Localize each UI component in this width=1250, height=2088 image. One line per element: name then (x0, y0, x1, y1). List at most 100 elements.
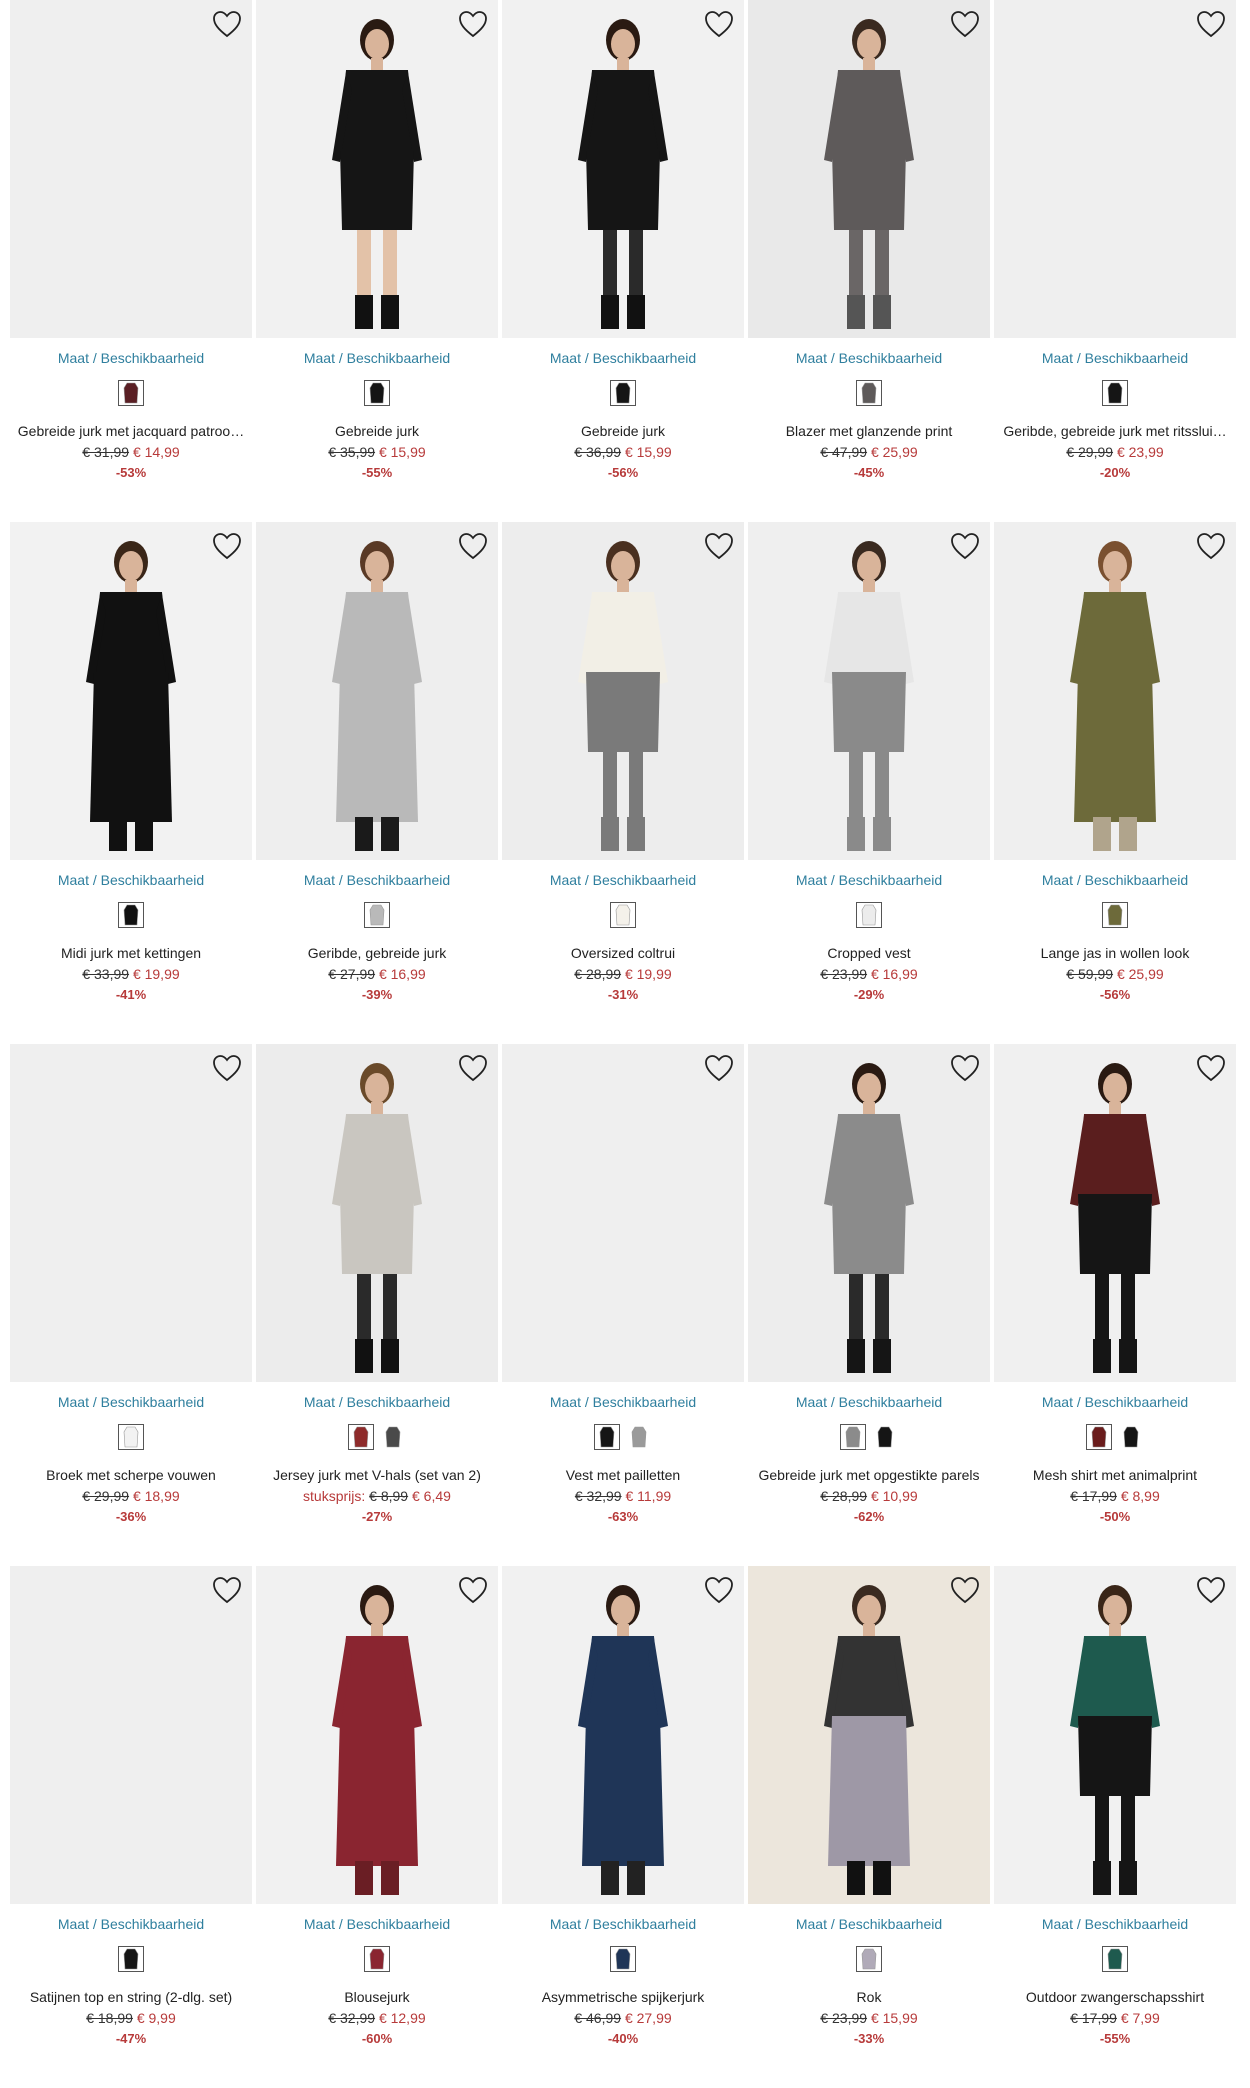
color-swatch[interactable] (856, 1946, 882, 1972)
size-availability-link[interactable]: Maat / Beschikbaarheid (10, 350, 252, 366)
color-swatch[interactable] (856, 380, 882, 406)
size-availability-link[interactable]: Maat / Beschikbaarheid (10, 1916, 252, 1932)
product-card[interactable]: Maat / Beschikbaarheid Lange jas in wolle… (994, 522, 1240, 1044)
product-title[interactable]: Jersey jurk met V-hals (set van 2) (256, 1467, 498, 1483)
wishlist-heart-icon[interactable] (704, 10, 734, 38)
size-availability-link[interactable]: Maat / Beschikbaarheid (994, 350, 1236, 366)
wishlist-heart-icon[interactable] (1196, 1054, 1226, 1082)
size-availability-link[interactable]: Maat / Beschikbaarheid (994, 1394, 1236, 1410)
color-swatch[interactable] (1102, 380, 1128, 406)
color-swatch[interactable] (1118, 1424, 1144, 1450)
color-swatch[interactable] (118, 1946, 144, 1972)
color-swatch[interactable] (364, 1946, 390, 1972)
wishlist-heart-icon[interactable] (458, 532, 488, 560)
size-availability-link[interactable]: Maat / Beschikbaarheid (256, 1916, 498, 1932)
product-card[interactable]: Maat / Beschikbaarheid Vest met paillette… (502, 1044, 748, 1566)
product-image[interactable] (748, 1044, 990, 1382)
size-availability-link[interactable]: Maat / Beschikbaarheid (256, 1394, 498, 1410)
product-title[interactable]: Asymmetrische spijkerjurk (502, 1989, 744, 2005)
product-card[interactable]: Maat / Beschikbaarheid Blousejurk € 32,99 … (256, 1566, 502, 2088)
size-availability-link[interactable]: Maat / Beschikbaarheid (502, 872, 744, 888)
product-title[interactable]: Lange jas in wollen look (994, 945, 1236, 961)
product-card[interactable]: Maat / Beschikbaarheid Broek met scherpe … (10, 1044, 256, 1566)
color-swatch[interactable] (610, 902, 636, 928)
size-availability-link[interactable]: Maat / Beschikbaarheid (502, 350, 744, 366)
product-image-placeholder[interactable] (10, 1044, 252, 1382)
wishlist-heart-icon[interactable] (704, 1576, 734, 1604)
size-availability-link[interactable]: Maat / Beschikbaarheid (10, 872, 252, 888)
color-swatch[interactable] (872, 1424, 898, 1450)
product-title[interactable]: Rok (748, 1989, 990, 2005)
product-image[interactable] (502, 522, 744, 860)
product-card[interactable]: Maat / Beschikbaarheid Satijnen top en st… (10, 1566, 256, 2088)
product-card[interactable]: Maat / Beschikbaarheid Gebreide jurk met … (748, 1044, 994, 1566)
product-title[interactable]: Blousejurk (256, 1989, 498, 2005)
product-title[interactable]: Vest met pailletten (502, 1467, 744, 1483)
wishlist-heart-icon[interactable] (212, 1054, 242, 1082)
product-card[interactable]: Maat / Beschikbaarheid Oversized coltrui €… (502, 522, 748, 1044)
product-image[interactable] (994, 1566, 1236, 1904)
product-card[interactable]: Maat / Beschikbaarheid Geribde, gebreide … (256, 522, 502, 1044)
wishlist-heart-icon[interactable] (950, 1576, 980, 1604)
size-availability-link[interactable]: Maat / Beschikbaarheid (748, 872, 990, 888)
product-title[interactable]: Satijnen top en string (2-dlg. set) (10, 1989, 252, 2005)
product-image[interactable] (748, 0, 990, 338)
color-swatch[interactable] (610, 1946, 636, 1972)
product-image-placeholder[interactable] (10, 1566, 252, 1904)
product-image[interactable] (10, 522, 252, 860)
product-title[interactable]: Outdoor zwangerschapsshirt (994, 1989, 1236, 2005)
product-card[interactable]: Maat / Beschikbaarheid Rok € 23,99 € 15,99… (748, 1566, 994, 2088)
product-card[interactable]: Maat / Beschikbaarheid Mesh shirt met ani… (994, 1044, 1240, 1566)
product-image[interactable] (256, 1566, 498, 1904)
product-image[interactable] (256, 1044, 498, 1382)
wishlist-heart-icon[interactable] (704, 532, 734, 560)
product-image-placeholder[interactable] (502, 1044, 744, 1382)
product-title[interactable]: Gebreide jurk (502, 423, 744, 439)
product-title[interactable]: Oversized coltrui (502, 945, 744, 961)
product-title[interactable]: Gebreide jurk met opgestikte parels (748, 1467, 990, 1483)
wishlist-heart-icon[interactable] (458, 1054, 488, 1082)
product-title[interactable]: Midi jurk met kettingen (10, 945, 252, 961)
size-availability-link[interactable]: Maat / Beschikbaarheid (748, 1916, 990, 1932)
color-swatch[interactable] (118, 1424, 144, 1450)
product-image[interactable] (502, 1566, 744, 1904)
product-image[interactable] (748, 522, 990, 860)
wishlist-heart-icon[interactable] (458, 10, 488, 38)
product-image[interactable] (994, 1044, 1236, 1382)
color-swatch[interactable] (1102, 1946, 1128, 1972)
product-card[interactable]: Maat / Beschikbaarheid Blazer met glanzen… (748, 0, 994, 522)
product-card[interactable]: Maat / Beschikbaarheid Asymmetrische spij… (502, 1566, 748, 2088)
product-image-placeholder[interactable] (994, 0, 1236, 338)
size-availability-link[interactable]: Maat / Beschikbaarheid (256, 872, 498, 888)
product-card[interactable]: Maat / Beschikbaarheid Gebreide jurk € 35,… (256, 0, 502, 522)
product-title[interactable]: Broek met scherpe vouwen (10, 1467, 252, 1483)
color-swatch[interactable] (364, 902, 390, 928)
product-card[interactable]: Maat / Beschikbaarheid Cropped vest € 23,9… (748, 522, 994, 1044)
color-swatch[interactable] (856, 902, 882, 928)
wishlist-heart-icon[interactable] (704, 1054, 734, 1082)
product-title[interactable]: Geribde, gebreide jurk met ritsslui… (994, 423, 1236, 439)
product-image[interactable] (994, 522, 1236, 860)
product-title[interactable]: Gebreide jurk (256, 423, 498, 439)
color-swatch[interactable] (1102, 902, 1128, 928)
product-card[interactable]: Maat / Beschikbaarheid Gebreide jurk met … (10, 0, 256, 522)
size-availability-link[interactable]: Maat / Beschikbaarheid (748, 350, 990, 366)
size-availability-link[interactable]: Maat / Beschikbaarheid (748, 1394, 990, 1410)
wishlist-heart-icon[interactable] (458, 1576, 488, 1604)
product-image[interactable] (256, 522, 498, 860)
product-card[interactable]: Maat / Beschikbaarheid Jersey jurk met V-… (256, 1044, 502, 1566)
size-availability-link[interactable]: Maat / Beschikbaarheid (994, 1916, 1236, 1932)
wishlist-heart-icon[interactable] (1196, 10, 1226, 38)
product-title[interactable]: Gebreide jurk met jacquard patroo… (10, 423, 252, 439)
color-swatch[interactable] (364, 380, 390, 406)
product-image[interactable] (748, 1566, 990, 1904)
color-swatch[interactable] (118, 902, 144, 928)
color-swatch[interactable] (380, 1424, 406, 1450)
color-swatch[interactable] (348, 1424, 374, 1450)
product-image[interactable] (502, 0, 744, 338)
wishlist-heart-icon[interactable] (212, 1576, 242, 1604)
size-availability-link[interactable]: Maat / Beschikbaarheid (994, 872, 1236, 888)
color-swatch[interactable] (840, 1424, 866, 1450)
color-swatch[interactable] (610, 380, 636, 406)
product-image-placeholder[interactable] (10, 0, 252, 338)
